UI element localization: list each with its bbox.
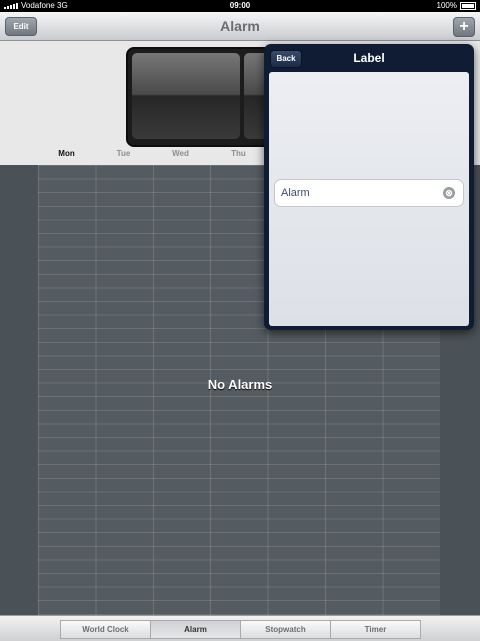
add-alarm-button[interactable]: + <box>453 17 475 37</box>
day-label-thu: Thu <box>231 149 246 158</box>
popover-content: ⊗ <box>269 72 469 326</box>
tab-bar: World Clock Alarm Stopwatch Timer <box>0 615 480 641</box>
page-title: Alarm <box>220 18 260 34</box>
status-time: 09:00 <box>229 1 251 10</box>
day-label-tue: Tue <box>116 149 131 158</box>
popover-title: Label <box>353 51 385 65</box>
clear-icon[interactable]: ⊗ <box>443 187 455 199</box>
day-label-mon: Mon <box>58 149 75 158</box>
tab-timer[interactable]: Timer <box>330 620 421 639</box>
tab-world-clock[interactable]: World Clock <box>60 620 151 639</box>
battery-percent: 100% <box>436 1 457 10</box>
tab-stopwatch[interactable]: Stopwatch <box>240 620 331 639</box>
battery-status: 100% <box>437 0 476 12</box>
tab-alarm[interactable]: Alarm <box>150 620 241 639</box>
no-alarms-text: No Alarms <box>207 377 273 392</box>
status-bar: Vodafone 3G 09:00 100% <box>0 0 480 12</box>
battery-icon <box>460 2 476 10</box>
flip-clock <box>126 47 280 147</box>
day-label-wed: Wed <box>172 149 189 158</box>
clock-flap <box>132 53 240 139</box>
navigation-bar: Edit Alarm + <box>0 12 480 41</box>
label-input[interactable] <box>281 184 431 202</box>
label-popover: Back Label ⊗ <box>264 44 474 330</box>
label-field[interactable]: ⊗ <box>274 179 464 207</box>
